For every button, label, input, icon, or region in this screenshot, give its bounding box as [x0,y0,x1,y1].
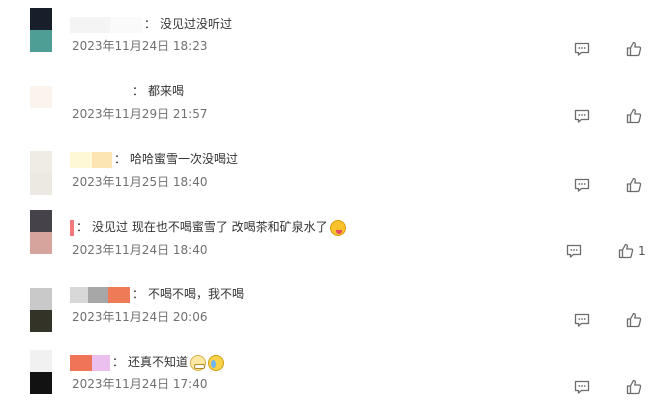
grin-emoji [190,354,207,371]
avatar[interactable] [30,86,52,130]
avatar-block [30,350,52,372]
sad-emoji [208,354,225,371]
comment-text: 没见过没听过 [160,17,233,31]
comment-timestamp: 2023年11月24日 20:06 [72,310,208,324]
comment-text: 没见过 现在也不喝蜜雪了 改喝茶和矿泉水了 [92,220,328,234]
comment-text: 还真不知道 [128,355,189,369]
name-separator: ： [114,152,127,166]
comment-text: 哈哈蜜雪一次没喝过 [130,152,239,166]
avatar-block [30,232,52,254]
avatar-block [30,151,52,173]
avatar[interactable] [30,8,52,52]
name-separator: ： [76,220,89,234]
username-blur-block [70,17,110,33]
comment-icon[interactable] [573,311,591,329]
avatar-block [30,30,52,52]
username-blur-block [70,152,92,168]
comment-icon[interactable] [565,242,583,260]
comment-timestamp: 2023年11月24日 17:40 [72,377,208,391]
avatar-block [30,173,52,195]
comment-icon[interactable] [573,40,591,58]
avatar-block [30,86,52,108]
username-blur-block [110,17,142,33]
username-blurred[interactable] [70,354,110,372]
username-blur-block [88,287,108,303]
comment-body: ：还真不知道 [70,353,225,372]
avatar-block [30,372,52,394]
comment-text: 不喝不喝，我不喝 [148,287,245,301]
avatar[interactable] [30,350,52,394]
name-separator: ： [112,355,125,369]
yummy-emoji [329,219,346,236]
thumbs-up-icon[interactable] [625,311,643,329]
name-separator: ： [144,17,157,31]
comment-text: 都来喝 [148,84,185,98]
username-blurred[interactable] [70,16,142,34]
comment-icon[interactable] [573,176,591,194]
username-blurred[interactable] [70,219,74,237]
comment-timestamp: 2023年11月25日 18:40 [72,175,208,189]
comment-body: ：没见过没听过 [70,15,232,33]
username-blur-block [108,287,130,303]
name-separator: ： [132,84,145,98]
comment-timestamp: 2023年11月24日 18:40 [72,243,208,257]
like-count: 1 [638,244,646,258]
comment-timestamp: 2023年11月24日 18:23 [72,39,208,53]
username-blurred[interactable] [70,286,130,304]
username-blurred[interactable] [70,151,112,169]
comment-timestamp: 2023年11月29日 21:57 [72,107,208,121]
comment-icon[interactable] [573,378,591,396]
avatar-block [30,288,52,310]
avatar-block [30,108,52,130]
username-blur-block [70,287,88,303]
username-blur-block [70,355,92,371]
avatar[interactable] [30,288,52,332]
comment-body: ：不喝不喝，我不喝 [70,285,244,303]
thumbs-up-icon[interactable] [625,40,643,58]
thumbs-up-icon[interactable] [625,176,643,194]
username-blur-block [70,84,130,100]
name-separator: ： [132,287,145,301]
thumbs-up-icon[interactable] [625,107,643,125]
username-blur-block [92,152,112,168]
comment-icon[interactable] [573,107,591,125]
comment-body: ：都来喝 [70,82,184,100]
thumbs-up-icon[interactable] [625,378,643,396]
comment-body: ：哈哈蜜雪一次没喝过 [70,150,238,168]
avatar[interactable] [30,151,52,195]
avatar-block [30,210,52,232]
username-blurred[interactable] [70,83,130,101]
avatar-block [30,310,52,332]
comment-body: ：没见过 现在也不喝蜜雪了 改喝茶和矿泉水了 [70,218,346,236]
thumbs-up-icon[interactable] [617,242,635,260]
avatar[interactable] [30,210,52,254]
avatar-block [30,8,52,30]
username-blur-block [92,355,110,371]
username-blur-block [70,220,74,236]
